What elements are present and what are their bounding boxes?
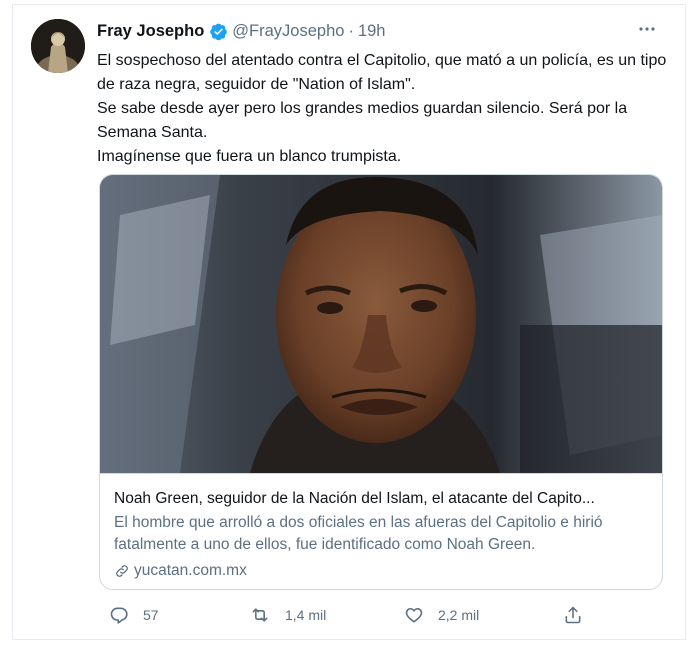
more-options-icon[interactable]	[635, 17, 659, 41]
avatar[interactable]	[31, 19, 85, 73]
tweet-text-line: Se sabe desde ayer pero los grandes medi…	[97, 100, 628, 141]
retweet-button[interactable]: 1,4 mil	[249, 601, 326, 629]
tweet-actions: 57 1,4 mil 2,2 mil	[99, 601, 663, 629]
like-count: 2,2 mil	[438, 607, 480, 623]
link-description: El hombre que arrolló a dos oficiales en…	[114, 514, 603, 553]
like-icon	[405, 607, 423, 623]
reply-count: 57	[143, 607, 159, 623]
author-name[interactable]: Fray Josepho	[97, 22, 204, 41]
reply-icon	[110, 607, 128, 624]
tweet-card[interactable]: Fray Josepho @FrayJosepho · 19h El sospe…	[12, 4, 686, 640]
verified-badge-icon	[209, 22, 228, 41]
tweet-text-line: El sospechoso del atentado contra el Cap…	[97, 52, 667, 93]
link-domain[interactable]: yucatan.com.mx	[114, 560, 247, 582]
link-title[interactable]: Noah Green, seguidor de la Nación del Is…	[114, 488, 654, 509]
retweet-count: 1,4 mil	[285, 607, 327, 623]
retweet-icon	[252, 608, 268, 622]
avatar-image	[31, 19, 85, 73]
tweet-timestamp[interactable]: 19h	[358, 22, 386, 41]
link-icon	[116, 565, 128, 577]
share-button[interactable]	[563, 601, 597, 629]
reply-button[interactable]: 57	[109, 601, 159, 629]
link-domain-text: yucatan.com.mx	[134, 562, 247, 579]
like-button[interactable]: 2,2 mil	[404, 601, 479, 629]
author-handle[interactable]: @FrayJosepho	[232, 22, 344, 41]
tweet-text: El sospechoso del atentado contra el Cap…	[97, 49, 667, 169]
tweet-text-line: Imagínense que fuera un blanco trumpista…	[97, 148, 402, 165]
link-preview-card[interactable]: Noah Green, seguidor de la Nación del Is…	[99, 174, 663, 590]
tweet-header: Fray Josepho @FrayJosepho · 19h	[97, 19, 385, 43]
link-preview-photo	[100, 175, 662, 473]
link-preview-meta: Noah Green, seguidor de la Nación del Is…	[100, 473, 662, 589]
separator-dot: ·	[348, 21, 354, 40]
share-icon	[565, 606, 581, 624]
